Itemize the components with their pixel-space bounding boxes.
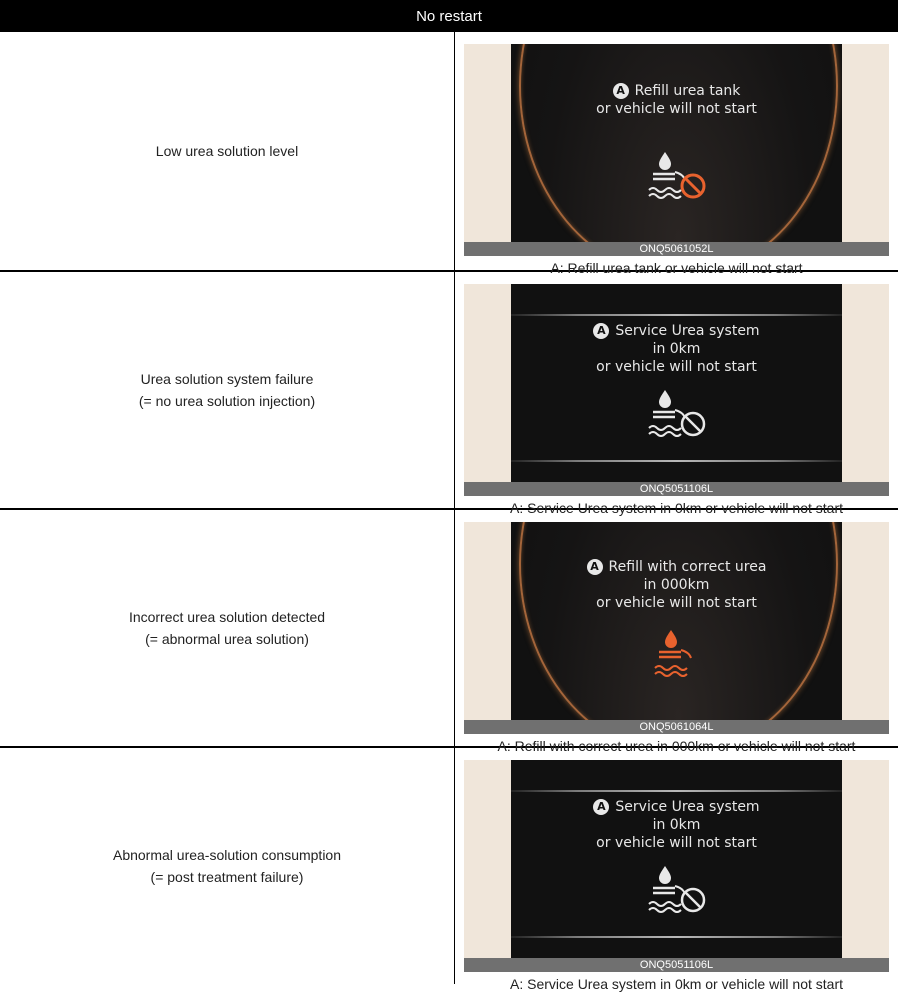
gauge-ring [519, 44, 838, 242]
message-line: Refill urea tank [634, 83, 741, 99]
image-code: ONQ5051106L [464, 958, 889, 972]
image-code: ONQ5061064L [464, 720, 889, 734]
message-line: Service Urea system [615, 323, 760, 339]
display-cell: A Service Urea system in 0km or vehicle w… [455, 272, 898, 516]
cluster-message: A Service Urea system in 0km or vehicle w… [511, 798, 842, 852]
callout-badge: A [612, 83, 629, 99]
condition-label: Incorrect urea solution detected [128, 609, 326, 625]
caption: A: Service Urea system in 0km or vehicle… [510, 976, 843, 992]
condition-sublabel: (= no urea solution injection) [138, 393, 316, 409]
screen-bottom-bar [511, 460, 842, 462]
condition-label: Low urea solution level [155, 143, 299, 159]
urea-level-prohibited-icon [648, 866, 706, 913]
image-code: ONQ5051106L [464, 482, 889, 496]
cluster-photo: A Refill with correct urea in 000km or ve… [464, 522, 889, 720]
cluster-screen: A Refill urea tank or vehicle will not st… [511, 44, 842, 242]
screen-top-bar [511, 790, 842, 792]
callout-badge: A [586, 559, 603, 575]
cluster-message: A Service Urea system in 0km or vehicle w… [511, 322, 842, 376]
cluster-photo: A Refill urea tank or vehicle will not st… [464, 44, 889, 242]
condition-cell: Low urea solution level [0, 32, 454, 270]
message-line: in 000km [643, 577, 710, 593]
callout-badge: A [593, 799, 610, 815]
urea-level-prohibited-icon [648, 152, 706, 199]
cluster-screen: A Service Urea system in 0km or vehicle w… [511, 284, 842, 482]
gauge-ring [519, 522, 838, 720]
table-row: Low urea solution level A Refill urea tan… [0, 32, 898, 276]
message-line: in 0km [652, 341, 701, 357]
table-row: Urea solution system failure (= no urea … [0, 272, 898, 516]
condition-sublabel: (= post treatment failure) [150, 869, 304, 885]
cluster-photo: A Service Urea system in 0km or vehicle w… [464, 284, 889, 482]
display-cell: A Service Urea system in 0km or vehicle w… [455, 748, 898, 992]
cluster-message: A Refill with correct urea in 000km or ve… [511, 558, 842, 612]
cluster-screen: A Service Urea system in 0km or vehicle w… [511, 760, 842, 958]
urea-level-prohibited-icon [648, 390, 706, 437]
message-line: or vehicle will not start [596, 359, 757, 375]
condition-cell: Incorrect urea solution detected (= abno… [0, 510, 454, 746]
cluster-photo: A Service Urea system in 0km or vehicle w… [464, 760, 889, 958]
table-row: Incorrect urea solution detected (= abno… [0, 510, 898, 754]
condition-label: Abnormal urea-solution consumption [112, 847, 341, 863]
condition-cell: Urea solution system failure (= no urea … [0, 272, 454, 508]
cluster-screen: A Refill with correct urea in 000km or ve… [511, 522, 842, 720]
screen-top-bar [511, 314, 842, 316]
no-restart-table: No restart Low urea solution level A Refi… [0, 0, 898, 992]
condition-cell: Abnormal urea-solution consumption (= po… [0, 748, 454, 984]
image-code: ONQ5061052L [464, 242, 889, 256]
message-line: Service Urea system [615, 799, 760, 815]
display-cell: A Refill with correct urea in 000km or ve… [455, 510, 898, 754]
table-row: Abnormal urea-solution consumption (= po… [0, 748, 898, 992]
header-title: No restart [416, 7, 482, 25]
callout-badge: A [593, 323, 610, 339]
cluster-message: A Refill urea tank or vehicle will not st… [511, 82, 842, 118]
display-cell: A Refill urea tank or vehicle will not st… [455, 32, 898, 276]
message-line: or vehicle will not start [596, 595, 757, 611]
urea-level-icon [654, 630, 692, 677]
screen-bottom-bar [511, 936, 842, 938]
table-header: No restart [0, 0, 898, 32]
message-line: or vehicle will not start [596, 835, 757, 851]
condition-sublabel: (= abnormal urea solution) [145, 631, 309, 647]
message-line: in 0km [652, 817, 701, 833]
message-line: Refill with correct urea [608, 559, 767, 575]
condition-label: Urea solution system failure [140, 371, 314, 387]
message-line: or vehicle will not start [596, 101, 757, 117]
